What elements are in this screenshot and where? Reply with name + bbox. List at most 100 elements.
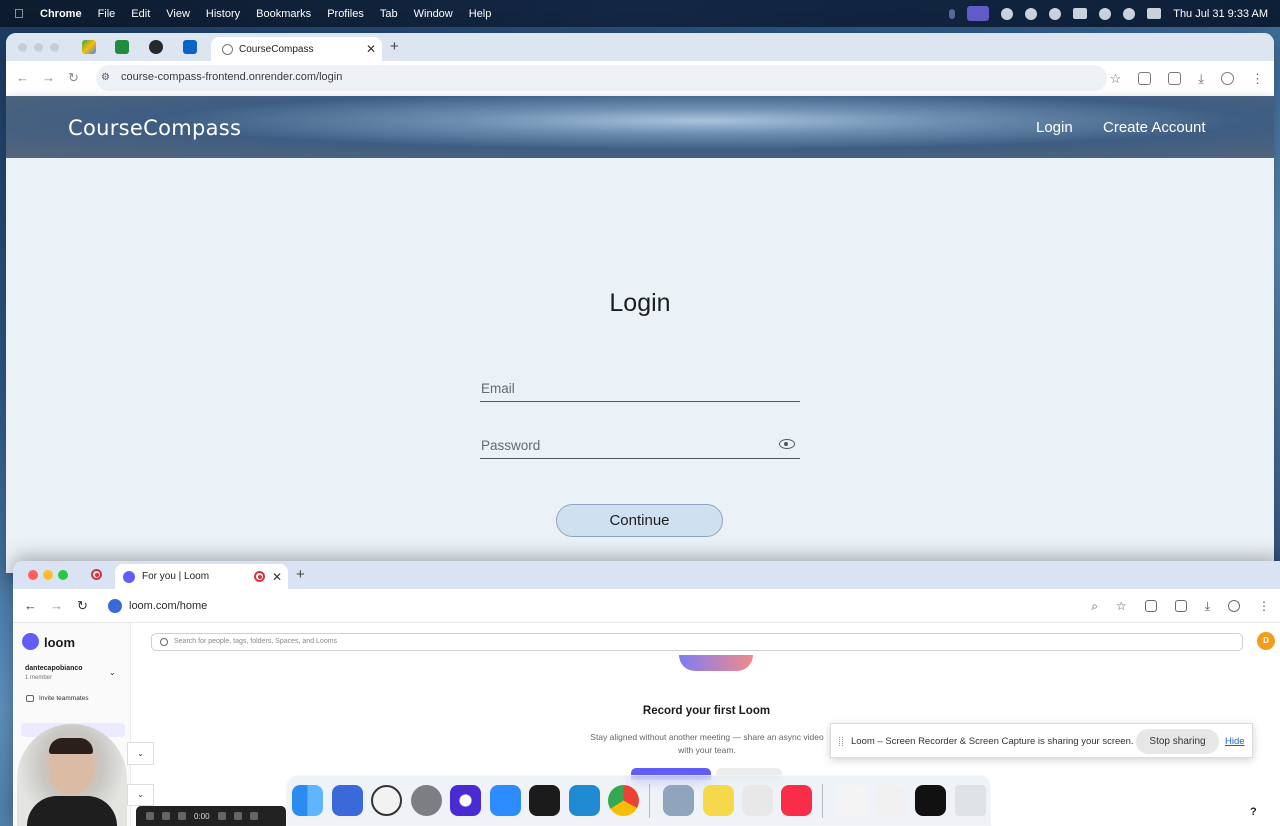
menu-file[interactable]: File xyxy=(98,8,116,20)
drag-handle-icon[interactable] xyxy=(839,737,843,746)
zoom-magnifier-icon[interactable]: ⌕ xyxy=(1091,599,1098,614)
bookmark-star-icon[interactable]: ☆ xyxy=(1110,71,1122,87)
stop-sharing-button[interactable]: Stop sharing xyxy=(1136,729,1219,754)
webcam-bubble[interactable] xyxy=(17,724,127,826)
pause-recording-icon[interactable] xyxy=(162,812,170,820)
workspace-name[interactable]: dantecapobianco xyxy=(25,665,83,672)
new-tab-button[interactable]: + xyxy=(390,38,399,55)
minimize-window-button[interactable] xyxy=(43,570,53,580)
close-window-button[interactable] xyxy=(18,43,27,52)
profile-icon[interactable] xyxy=(1228,600,1240,612)
reload-icon[interactable]: ↻ xyxy=(68,70,79,86)
screen-mirroring-icon[interactable] xyxy=(967,6,990,21)
address-url[interactable]: loom.com/home xyxy=(129,600,207,612)
close-tab-icon[interactable]: ✕ xyxy=(366,42,376,56)
tab-search-icon[interactable] xyxy=(1174,600,1187,612)
vscode-icon[interactable] xyxy=(569,785,600,816)
site-logo[interactable]: CourseCompass xyxy=(68,116,241,140)
pinned-tab-sheets-icon[interactable] xyxy=(115,40,129,54)
nav-login-link[interactable]: Login xyxy=(1036,119,1073,136)
zoom-status-icon[interactable] xyxy=(1001,7,1014,20)
invite-teammates-link[interactable]: Invite teammates xyxy=(39,695,89,702)
battery-icon[interactable] xyxy=(1073,8,1088,19)
nav-create-account-link[interactable]: Create Account xyxy=(1103,119,1206,136)
minimize-window-button[interactable] xyxy=(34,43,43,52)
chrome-menu-icon[interactable]: ⋮ xyxy=(1251,71,1264,87)
menubar-clock[interactable]: Thu Jul 31 9:33 AM xyxy=(1173,8,1268,20)
new-tab-button[interactable]: + xyxy=(296,566,305,583)
email-field[interactable] xyxy=(480,381,760,396)
reload-icon[interactable]: ↻ xyxy=(77,598,88,614)
continue-button[interactable]: Continue xyxy=(556,504,723,537)
delete-recording-icon[interactable] xyxy=(249,812,258,820)
help-button[interactable]: ? xyxy=(1250,806,1257,818)
trash-icon[interactable] xyxy=(955,785,986,816)
preview-icon[interactable] xyxy=(663,785,694,816)
pinned-tab-github-icon[interactable] xyxy=(149,40,163,54)
back-arrow-icon[interactable]: ← xyxy=(24,598,37,613)
menu-bookmarks[interactable]: Bookmarks xyxy=(256,8,311,20)
back-arrow-icon[interactable]: ← xyxy=(16,70,29,85)
terminal-icon[interactable] xyxy=(529,785,560,816)
stop-recording-icon[interactable] xyxy=(146,812,154,820)
menu-window[interactable]: Window xyxy=(414,8,453,20)
password-field[interactable] xyxy=(480,438,760,453)
wifi-icon[interactable] xyxy=(1099,7,1112,20)
menu-edit[interactable]: Edit xyxy=(131,8,150,20)
menu-profiles[interactable]: Profiles xyxy=(327,8,364,20)
pinned-tab-drive-icon[interactable] xyxy=(82,40,96,54)
recent-chrome-window-icon[interactable] xyxy=(876,785,907,816)
hide-banner-link[interactable]: Hide xyxy=(1225,736,1245,747)
pinned-tab-outlook-icon[interactable] xyxy=(183,40,197,54)
tab-loom[interactable]: For you | Loom ✕ xyxy=(115,564,288,589)
recent-document-icon[interactable] xyxy=(836,785,867,816)
recent-screenshot-icon[interactable] xyxy=(915,785,946,816)
figma-status-icon[interactable] xyxy=(1025,7,1038,20)
textedit-icon[interactable] xyxy=(742,785,773,816)
finder-icon[interactable] xyxy=(292,785,323,816)
zoom-window-button[interactable] xyxy=(50,43,59,52)
apple-icon[interactable]:  xyxy=(14,6,28,21)
cancel-recording-icon[interactable] xyxy=(233,812,242,820)
loom-status-icon[interactable] xyxy=(1049,7,1062,20)
download-icon[interactable]: ⤓ xyxy=(1198,71,1204,87)
bookmark-star-icon[interactable]: ☆ xyxy=(1116,599,1127,613)
show-password-eye-icon[interactable] xyxy=(779,439,795,449)
tab-coursecompass[interactable]: CourseCompass ✕ xyxy=(211,37,382,61)
tab-search-icon[interactable] xyxy=(1168,72,1182,85)
launchpad-icon[interactable] xyxy=(332,785,363,816)
download-icon[interactable]: ⤓ xyxy=(1205,599,1210,614)
zoom-app-icon[interactable] xyxy=(490,785,521,816)
menu-help[interactable]: Help xyxy=(469,8,492,20)
loom-search-input[interactable]: Search for people, tags, folders, Spaces… xyxy=(151,633,1243,651)
notes-icon[interactable] xyxy=(703,785,734,816)
control-center-icon[interactable] xyxy=(1147,8,1162,19)
avatar[interactable]: D xyxy=(1257,632,1275,650)
chrome-app-icon[interactable] xyxy=(608,785,639,816)
menu-app-name[interactable]: Chrome xyxy=(40,8,82,20)
forward-arrow-icon[interactable]: → xyxy=(50,598,63,613)
site-info-icon[interactable]: ⚙ xyxy=(101,72,110,83)
camera-options-chevron-icon[interactable]: ⌄ xyxy=(127,742,154,765)
restart-icon[interactable] xyxy=(217,812,226,820)
rewind-icon[interactable] xyxy=(178,812,186,820)
address-url[interactable]: course-compass-frontend.onrender.com/log… xyxy=(121,71,342,83)
forward-arrow-icon[interactable]: → xyxy=(42,70,55,85)
chevron-down-icon[interactable]: ⌄ xyxy=(109,668,116,677)
menu-history[interactable]: History xyxy=(206,8,240,20)
extensions-icon[interactable] xyxy=(1144,600,1157,612)
music-icon[interactable] xyxy=(781,785,812,816)
system-settings-icon[interactable] xyxy=(411,785,442,816)
menu-tab[interactable]: Tab xyxy=(380,8,398,20)
zoom-window-button[interactable] xyxy=(58,570,68,580)
close-window-button[interactable] xyxy=(28,570,38,580)
loom-brand[interactable]: loom xyxy=(44,635,75,650)
spotlight-search-icon[interactable] xyxy=(1123,7,1136,20)
microphone-icon[interactable] xyxy=(949,8,956,19)
chrome-menu-icon[interactable]: ⋮ xyxy=(1258,599,1270,613)
menu-view[interactable]: View xyxy=(166,8,190,20)
profile-icon[interactable] xyxy=(1221,72,1234,85)
mic-options-chevron-icon[interactable]: ⌄ xyxy=(127,784,154,806)
extensions-icon[interactable] xyxy=(1138,72,1152,85)
loom-logo-icon[interactable] xyxy=(22,633,39,650)
